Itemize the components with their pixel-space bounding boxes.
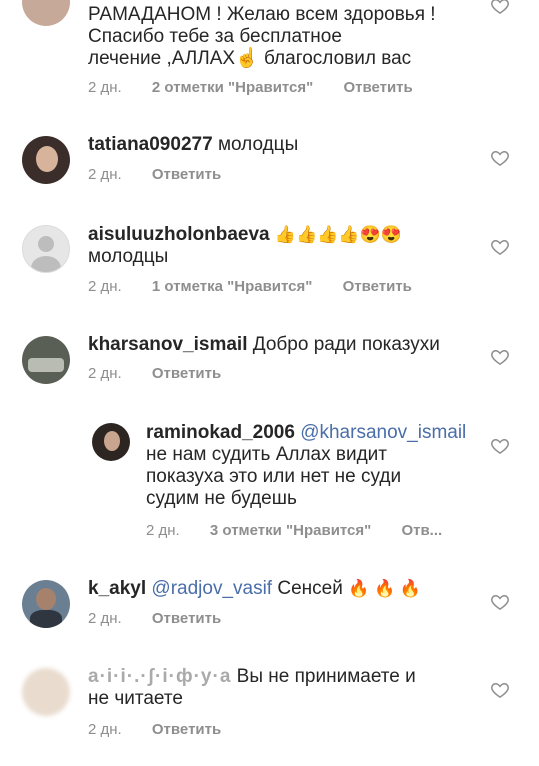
comment-text: a·i·i·.·ʃ·i·ф·y·a Вы не принимаете и не … — [88, 666, 416, 710]
reply-button[interactable]: Ответить — [152, 721, 221, 738]
comment-username[interactable]: tatiana090277 — [88, 134, 213, 155]
comment-text-line: не нам судить Аллах видит — [146, 444, 387, 465]
heart-outline-icon[interactable] — [490, 347, 510, 367]
comment-text-line: показуха это или нет не суди — [146, 466, 402, 487]
emoji-text: 👍👍👍👍😍😍 — [274, 225, 402, 244]
heart-outline-icon[interactable] — [490, 680, 510, 700]
comment-body: молодцы — [217, 134, 299, 155]
heart-outline-icon[interactable] — [490, 0, 510, 16]
comment-text: aisuluuzholonbaeva 👍👍👍👍😍😍 молодцы — [88, 224, 402, 268]
reply-button[interactable]: Ответить — [343, 278, 412, 295]
comment-time: 2 дн. — [146, 522, 180, 539]
comment-username[interactable]: k_akyl — [88, 578, 146, 599]
reply-button[interactable]: Отв... — [401, 522, 442, 539]
comment-username[interactable]: a·i·i·.·ʃ·i·ф·y·a — [88, 666, 231, 687]
comment-username[interactable]: kharsanov_ismail — [88, 334, 247, 355]
comment-body: не читаете — [88, 688, 183, 709]
avatar[interactable] — [92, 423, 130, 461]
avatar[interactable] — [22, 336, 70, 384]
comment-meta: 2 дн. 3 отметки "Нравится" Отв... — [146, 522, 468, 539]
heart-outline-icon[interactable] — [490, 148, 510, 168]
comment-body: Добро ради показухи — [252, 334, 440, 355]
comment-text: kharsanov_ismail Добро ради показухи — [88, 334, 440, 356]
comment-time: 2 дн. — [88, 79, 122, 96]
comment-body: молодцы — [88, 246, 169, 267]
reply-button[interactable]: Ответить — [152, 365, 221, 382]
likes-count[interactable]: 1 отметка "Нравится" — [152, 278, 313, 295]
comment-text: tatiana090277 молодцы — [88, 134, 298, 156]
avatar[interactable] — [22, 0, 70, 26]
avatar[interactable] — [22, 225, 70, 273]
comment-username[interactable]: aisuluuzholonbaeva — [88, 224, 270, 245]
reply-button[interactable]: Ответить — [152, 610, 221, 627]
avatar[interactable] — [22, 668, 70, 716]
comment-text: РАМАДАНОМ ! Желаю всем здоровья ! Спасиб… — [88, 4, 436, 70]
comment-time: 2 дн. — [88, 721, 122, 738]
avatar[interactable] — [22, 136, 70, 184]
heart-outline-icon[interactable] — [490, 237, 510, 257]
comment-text-line: Спасибо тебе за бесплатное — [88, 26, 342, 47]
comment-time: 2 дн. — [88, 278, 122, 295]
comment-text-line: судим не будешь — [146, 488, 297, 509]
comment-time: 2 дн. — [88, 365, 122, 382]
comment-text-line: РАМАДАНОМ ! Желаю всем здоровья ! — [88, 4, 436, 25]
comment-meta: 2 дн. Ответить — [88, 610, 247, 627]
reply-button[interactable]: Ответить — [152, 166, 221, 183]
comment-meta: 2 дн. Ответить — [88, 365, 247, 382]
comment-body: Вы не принимаете и — [236, 666, 416, 687]
comment-meta: 2 дн. 2 отметки "Нравится" Ответить — [88, 79, 439, 96]
comment-text: raminokad_2006 @kharsanov_ismail не нам … — [146, 422, 466, 510]
avatar[interactable] — [22, 580, 70, 628]
comment-meta: 2 дн. 1 отметка "Нравится" Ответить — [88, 278, 438, 295]
heart-outline-icon[interactable] — [490, 436, 510, 456]
likes-count[interactable]: 3 отметки "Нравится" — [210, 522, 371, 539]
comment-meta: 2 дн. Ответить — [88, 721, 247, 738]
comment-text: k_akyl @radjov_vasif Сенсей 🔥 🔥 🔥 — [88, 578, 421, 600]
reply-button[interactable]: Ответить — [343, 79, 412, 96]
comment-meta: 2 дн. Ответить — [88, 166, 247, 183]
comment-username[interactable]: raminokad_2006 — [146, 422, 295, 443]
mention-link[interactable]: @kharsanov_ismail — [300, 422, 466, 443]
comment-text-line: лечение ,АЛЛАХ☝ благословил вас — [88, 48, 412, 69]
comment-time: 2 дн. — [88, 610, 122, 627]
comment-time: 2 дн. — [88, 166, 122, 183]
comment-body: Сенсей — [277, 578, 343, 599]
emoji-text: 🔥 🔥 🔥 — [348, 579, 422, 598]
heart-outline-icon[interactable] — [490, 592, 510, 612]
mention-link[interactable]: @radjov_vasif — [151, 578, 272, 599]
likes-count[interactable]: 2 отметки "Нравится" — [152, 79, 313, 96]
